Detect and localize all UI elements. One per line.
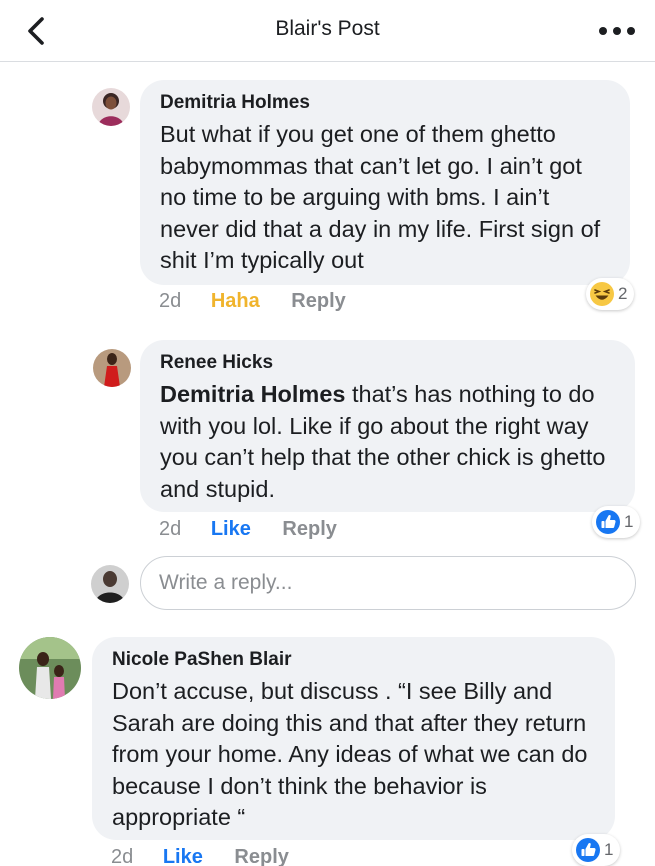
- reaction-badge[interactable]: 1: [572, 834, 621, 866]
- top-nav-bar: Blair's Post: [0, 0, 655, 62]
- comment-time: 2d: [159, 518, 182, 540]
- comment-time: 2d: [111, 846, 134, 866]
- reply-input[interactable]: [140, 556, 636, 610]
- haha-reaction-button[interactable]: Haha: [211, 290, 260, 313]
- avatar[interactable]: [19, 637, 81, 699]
- comment-author[interactable]: Demitria Holmes: [160, 92, 610, 114]
- comment-text: Don’t accuse, but discuss . “I see Billy…: [112, 678, 588, 830]
- current-user-avatar: [91, 565, 129, 603]
- comment-text: But what if you get one of them ghetto b…: [160, 121, 601, 273]
- reply-button[interactable]: Reply: [282, 518, 336, 541]
- comment-time: 2d: [159, 290, 182, 312]
- thumbs-up-icon: [596, 510, 620, 534]
- comment-bubble: Demitria Holmes But what if you get one …: [140, 80, 630, 285]
- avatar[interactable]: [93, 349, 131, 387]
- reaction-badge[interactable]: 1: [592, 506, 641, 538]
- comment-author[interactable]: Nicole PaShen Blair: [112, 649, 595, 671]
- avatar[interactable]: [92, 88, 130, 126]
- like-button[interactable]: Like: [211, 518, 251, 541]
- comment-bubble: Renee Hicks Demitria Holmes that’s has n…: [140, 340, 635, 512]
- reaction-count: 1: [604, 840, 614, 859]
- comment-author[interactable]: Renee Hicks: [160, 352, 615, 374]
- like-button[interactable]: Like: [163, 846, 203, 866]
- more-options-button[interactable]: [597, 20, 637, 42]
- mention-link[interactable]: Demitria Holmes: [160, 381, 345, 407]
- reply-button[interactable]: Reply: [234, 846, 288, 866]
- comment-actions: 2d Haha Reply: [159, 290, 346, 313]
- reply-button[interactable]: Reply: [291, 290, 345, 313]
- more-dots-icon: [599, 27, 635, 35]
- thumbs-up-icon: [576, 838, 600, 862]
- reaction-count: 1: [624, 512, 634, 531]
- comment-actions: 2d Like Reply: [159, 518, 337, 541]
- reaction-badge[interactable]: 2: [586, 278, 635, 310]
- page-title: Blair's Post: [275, 17, 380, 40]
- comment-actions: 2d Like Reply: [111, 846, 289, 866]
- screen: Blair's Post Demitria Holmes But what if…: [0, 0, 655, 866]
- reaction-count: 2: [618, 284, 628, 303]
- comment-text: Demitria Holmes that’s has nothing to do…: [160, 379, 615, 505]
- haha-emoji-icon: [590, 282, 614, 306]
- comment-bubble: Nicole PaShen Blair Don’t accuse, but di…: [92, 637, 615, 840]
